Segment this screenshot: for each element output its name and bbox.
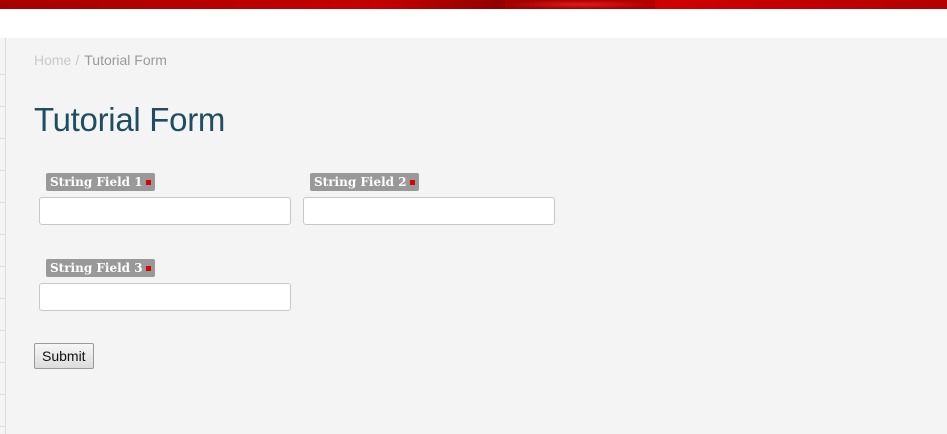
string-field-2-input[interactable] <box>303 197 555 225</box>
sidebar-divider <box>0 170 5 171</box>
breadcrumb: Home / Tutorial Form <box>34 52 167 68</box>
sidebar-divider <box>0 202 5 203</box>
string-field-1-label-text: String Field 1 <box>50 175 143 189</box>
required-marker-icon <box>145 266 151 271</box>
sidebar-divider <box>0 266 5 267</box>
string-field-3-label-text: String Field 3 <box>50 261 143 275</box>
required-marker-icon <box>409 180 415 185</box>
string-field-1-label: String Field 1 <box>46 173 155 191</box>
header-banner <box>0 0 947 9</box>
string-field-3-input[interactable] <box>39 283 291 311</box>
sidebar-divider <box>0 106 5 107</box>
string-field-2-label: String Field 2 <box>310 173 419 191</box>
sidebar-divider <box>0 234 5 235</box>
submit-button[interactable]: Submit <box>34 343 94 369</box>
required-marker-icon <box>145 180 151 185</box>
sidebar-divider <box>0 330 5 331</box>
sidebar-divider <box>0 138 5 139</box>
sidebar-divider <box>0 74 5 75</box>
breadcrumb-separator: / <box>75 52 80 68</box>
sidebar-divider <box>0 394 5 395</box>
string-field-3-label: String Field 3 <box>46 259 155 277</box>
string-field-2-label-text: String Field 2 <box>314 175 407 189</box>
main-content: Home / Tutorial Form Tutorial Form String … <box>6 38 947 434</box>
sidebar-divider <box>0 362 5 363</box>
breadcrumb-home-link[interactable]: Home <box>34 52 71 68</box>
page-title: Tutorial Form <box>34 101 226 138</box>
breadcrumb-current: Tutorial Form <box>84 52 167 68</box>
header-banner-decoration <box>505 0 655 9</box>
string-field-1-input[interactable] <box>39 197 291 225</box>
sidebar-divider <box>0 426 5 427</box>
sidebar-divider <box>0 298 5 299</box>
